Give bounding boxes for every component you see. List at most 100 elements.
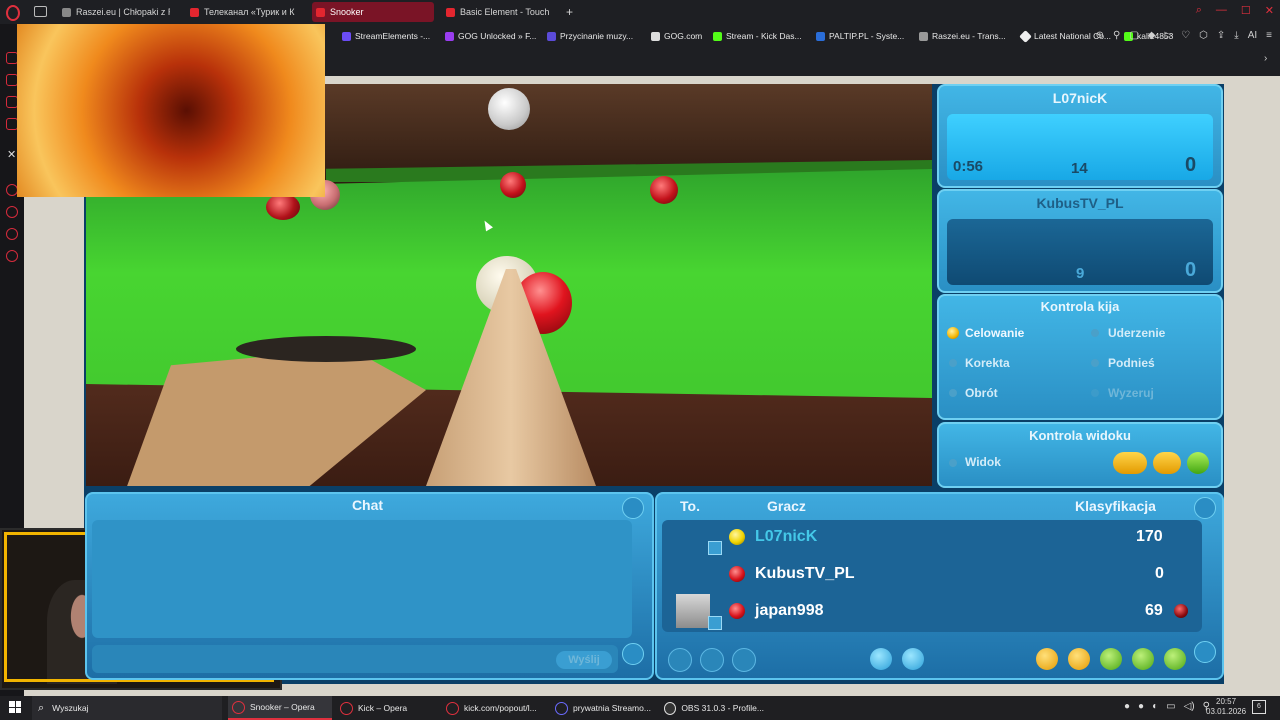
opera-icon (232, 700, 245, 714)
radio-podnies[interactable] (1091, 359, 1099, 367)
tray-app-icon[interactable]: ◐ (1152, 701, 1158, 712)
minimize-icon[interactable]: — (1216, 4, 1227, 17)
taskbar-item-kick[interactable]: Kick – Opera (336, 696, 436, 720)
player-ball-red (729, 566, 745, 582)
play-icon[interactable]: ▷ (1164, 30, 1172, 41)
top-view-button[interactable] (1187, 452, 1209, 474)
extensions-icon[interactable]: ⬡ (1199, 30, 1208, 41)
tab-basic-element[interactable]: Basic Element - Touch (442, 2, 558, 22)
chat-messages (92, 520, 632, 638)
players-collapse-button[interactable] (1194, 497, 1216, 519)
sound-icon[interactable] (902, 648, 924, 670)
bookmark-streamelements[interactable]: StreamElements -... (342, 31, 430, 41)
opera-logo-icon[interactable] (6, 5, 20, 21)
bookmark-paltip[interactable]: PALTIP.PL - Syste... (816, 31, 904, 41)
close-icon[interactable]: ✕ (1265, 4, 1274, 17)
radio-widok[interactable] (949, 459, 957, 467)
app-icon (555, 701, 568, 715)
snapshot-icon[interactable]: ▢ (1129, 30, 1138, 41)
tab-snooker[interactable]: Snooker (312, 2, 434, 22)
taskbar-item-streamo[interactable]: prywatnia Streamo... (551, 696, 655, 720)
chat-collapse-button[interactable] (622, 497, 644, 519)
pin-icon[interactable]: ⚲ (1113, 30, 1120, 41)
opera-icon (446, 701, 459, 715)
radio-obrot[interactable] (949, 389, 957, 397)
radio-uderzenie[interactable] (1091, 329, 1099, 337)
option-widok[interactable]: Widok (965, 455, 1001, 469)
sidebar-history-icon[interactable] (6, 206, 18, 218)
tray-app-icon[interactable]: ● (1138, 701, 1144, 712)
player2-name: KubusTV_PL (1036, 195, 1124, 211)
radio-celowanie-selected[interactable] (947, 327, 959, 339)
red-ball (650, 176, 678, 204)
taskbar-search[interactable]: ⌕ Wyszukaj (32, 696, 222, 720)
player-status-ball (1174, 604, 1188, 618)
pocket (236, 336, 416, 362)
bookmark-gog-unlocked[interactable]: GOG Unlocked » F... (445, 31, 536, 41)
volume-icon[interactable]: ◁) (1184, 701, 1195, 712)
chat-expand-button[interactable] (622, 643, 644, 665)
taskbar-item-kick-popout[interactable]: kick.com/popout/l... (442, 696, 546, 720)
invite-icon[interactable] (732, 648, 756, 672)
aria-ai-button[interactable]: AI (1248, 30, 1257, 41)
profile-icon[interactable] (700, 648, 724, 672)
ranking-icon[interactable] (1036, 648, 1058, 670)
bookmarks-overflow-icon[interactable]: › (1264, 53, 1267, 64)
help-icon[interactable] (1132, 648, 1154, 670)
taskbar-item-label: Snooker – Opera (250, 702, 315, 712)
zoom-view-button[interactable] (1113, 452, 1147, 474)
network-icon[interactable]: ▭ (1166, 701, 1175, 712)
share-icon[interactable]: ⇪ (1217, 30, 1225, 41)
search-icon[interactable]: ⌕ (1196, 4, 1202, 17)
clock-time: 20:57 (1216, 697, 1237, 706)
taskbar-item-obs[interactable]: OBS 31.0.3 - Profile... (660, 696, 764, 720)
block-icon[interactable] (668, 648, 692, 672)
rotate-view-button[interactable] (1153, 452, 1181, 474)
option-uderzenie[interactable]: Uderzenie (1108, 326, 1165, 340)
zoom-icon[interactable]: ⊕ (1096, 30, 1104, 41)
tray-app-icon[interactable]: ● (1124, 701, 1130, 712)
settings-gear-icon[interactable] (870, 648, 892, 670)
player-row-rank: 0 (1155, 565, 1164, 582)
sidebar-download-icon[interactable] (6, 228, 18, 240)
chat-input[interactable] (92, 645, 618, 673)
tab-label: Телеканал «Турик и К (204, 7, 295, 17)
new-tab-button[interactable]: + (566, 2, 580, 22)
player-row-name[interactable]: japan998 (755, 602, 823, 620)
player1-name: L07nicK (1052, 90, 1108, 106)
trophy-icon[interactable] (1068, 648, 1090, 670)
menu-icon[interactable]: ≡ (1266, 30, 1272, 41)
bookmark-przycinanie[interactable]: Przycinanie muzy... (547, 31, 633, 41)
option-podnies[interactable]: Podnieś (1108, 356, 1155, 370)
chat-bubble-icon[interactable] (1100, 648, 1122, 670)
taskbar-item-snooker[interactable]: Snooker – Opera (228, 696, 332, 720)
sidebar-settings-icon[interactable] (6, 250, 18, 262)
bookmark-raszei-trans[interactable]: Raszei.eu - Trans... (919, 31, 1006, 41)
windows-start-icon[interactable] (9, 701, 21, 713)
opera-icon (340, 701, 353, 715)
radio-korekta[interactable] (949, 359, 957, 367)
maximize-icon[interactable]: ☐ (1241, 4, 1251, 17)
exit-icon[interactable] (1164, 648, 1186, 670)
player-row-name[interactable]: L07nicK (755, 528, 817, 546)
bookmark-kick-dashboard[interactable]: Stream - Kick Das... (713, 31, 802, 41)
option-obrot[interactable]: Obrót (965, 386, 998, 400)
send-button[interactable]: Wyślij (556, 651, 612, 669)
player-row-rank: 170 (1136, 528, 1163, 545)
option-korekta[interactable]: Korekta (965, 356, 1010, 370)
player-row-name[interactable]: KubusTV_PL (755, 565, 855, 583)
tab-raszei[interactable]: Raszei.eu | Chłopaki z Ras (58, 2, 170, 22)
players-expand-button[interactable] (1194, 641, 1216, 663)
option-celowanie[interactable]: Celowanie (965, 326, 1024, 340)
shield-icon[interactable]: ◆ (1148, 30, 1156, 41)
tab-overview-icon[interactable] (34, 6, 47, 17)
bookmark-label: Raszei.eu - Trans... (932, 31, 1006, 41)
bookmark-label: PALTIP.PL - Syste... (829, 31, 905, 41)
bookmark-gog[interactable]: GOG.com (651, 31, 702, 41)
download-icon[interactable]: ⤓ (1234, 30, 1238, 41)
sidebar-x-icon[interactable]: ✕ (7, 148, 16, 161)
notifications-icon[interactable]: 6 (1252, 700, 1266, 714)
tab-telekanal[interactable]: Телеканал «Турик и К (186, 2, 302, 22)
heart-icon[interactable]: ♡ (1181, 30, 1190, 41)
taskbar-clock[interactable]: 20:57 03.01.2026 (1206, 697, 1246, 717)
